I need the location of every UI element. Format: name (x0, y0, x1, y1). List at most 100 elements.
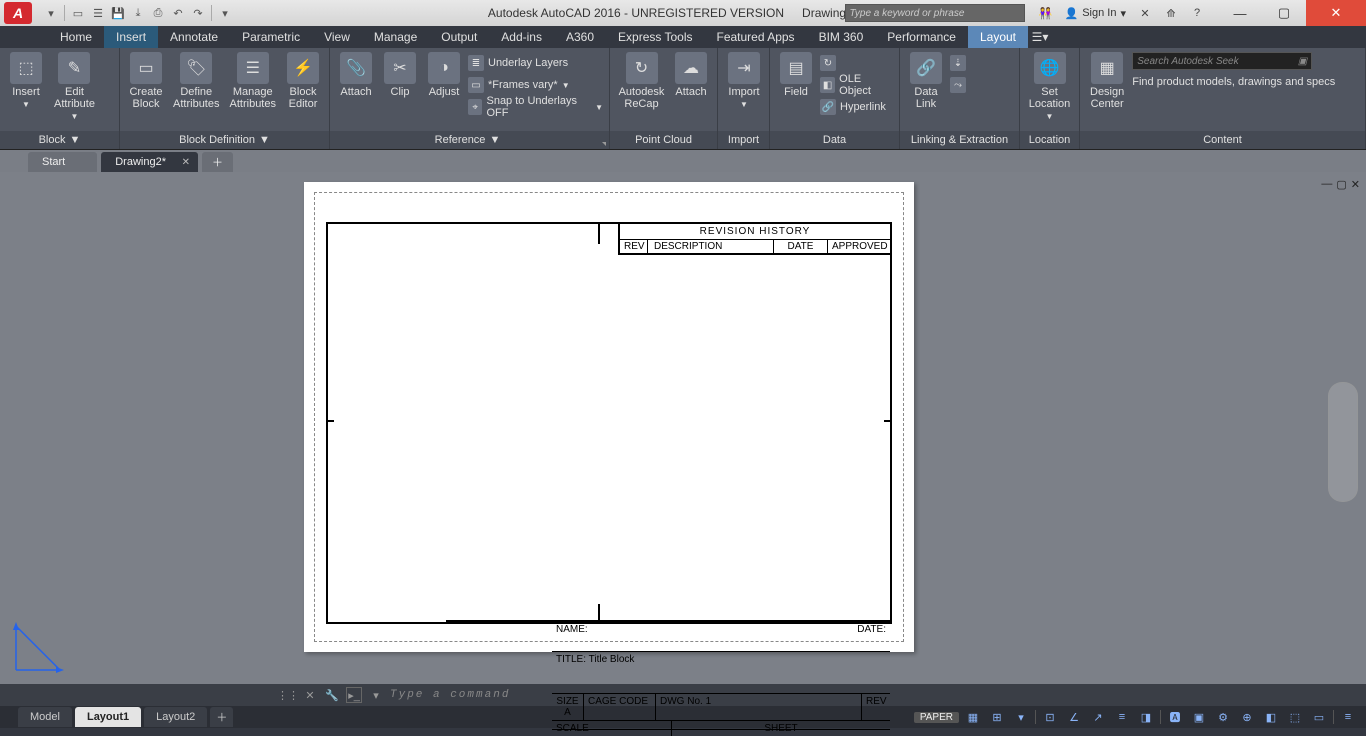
infocenter-icon[interactable]: 👭 (1035, 4, 1057, 22)
underlay-layers-button[interactable]: ≣Underlay Layers (468, 52, 603, 74)
app-logo[interactable]: A (4, 2, 32, 24)
data-link-button[interactable]: 🔗Data Link (906, 52, 946, 110)
qat-menu-icon[interactable]: ▾ (42, 4, 60, 22)
navigation-bar[interactable] (1328, 382, 1358, 502)
saveas-icon[interactable]: ⤓ (129, 4, 147, 22)
autodesk-seek-search[interactable]: Search Autodesk Seek▣ (1132, 52, 1312, 70)
frames-dropdown[interactable]: ▭*Frames vary* ▼ (468, 74, 603, 96)
ortho-icon[interactable]: ▾ (1011, 708, 1031, 726)
ucs-icon[interactable] (8, 618, 68, 678)
tab-a360[interactable]: A360 (554, 26, 606, 48)
download-link-button[interactable]: ⇣ (950, 52, 966, 74)
tab-express[interactable]: Express Tools (606, 26, 704, 48)
design-center-button[interactable]: ▦Design Center (1086, 52, 1128, 110)
annotation-scale-icon[interactable]: 🅰 (1165, 708, 1185, 726)
import-button[interactable]: ⇥Import▼ (724, 52, 764, 109)
command-input[interactable]: Type a command (390, 689, 510, 701)
paper-model-toggle[interactable]: PAPER (914, 712, 959, 723)
workspace-switch-icon[interactable]: ⚙ (1213, 708, 1233, 726)
adjust-button[interactable]: ◑Adjust (424, 52, 464, 98)
lineweight-icon[interactable]: ≡ (1112, 708, 1132, 726)
maximize-viewport-icon[interactable]: ▣ (1189, 708, 1209, 726)
close-button[interactable]: ✕ (1306, 0, 1366, 26)
globe-icon: 🌐 (1034, 52, 1066, 84)
layout-tab-model[interactable]: Model (18, 707, 72, 727)
transparency-icon[interactable]: ◨ (1136, 708, 1156, 726)
open-icon[interactable]: ☰ (89, 4, 107, 22)
clip-button[interactable]: ✂Clip (380, 52, 420, 98)
insert-button[interactable]: ⬚Insert▼ (6, 52, 46, 109)
cmd-close-icon[interactable]: ✕ (302, 687, 318, 703)
file-tab-new[interactable]: ＋ (202, 152, 233, 172)
seek-go-icon[interactable]: ▣ (1298, 56, 1307, 67)
maximize-button[interactable]: ▢ (1262, 0, 1306, 26)
recap-icon: ↻ (626, 52, 658, 84)
close-tab-icon[interactable]: ✕ (182, 157, 190, 168)
osnap-icon[interactable]: ⊡ (1040, 708, 1060, 726)
drawing-area[interactable]: — ▢ ✕ REVISION HISTORY REV DESCRIPTION D… (0, 172, 1366, 684)
tab-performance[interactable]: Performance (875, 26, 968, 48)
tab-view[interactable]: View (312, 26, 362, 48)
field-button[interactable]: ▤Field (776, 52, 816, 98)
help-icon[interactable]: ? (1186, 4, 1208, 22)
block-editor-button[interactable]: ⚡Block Editor (283, 52, 323, 110)
isolate-icon[interactable]: ◧ (1261, 708, 1281, 726)
snap-underlays-dropdown[interactable]: ⌖Snap to Underlays OFF ▼ (468, 96, 603, 118)
define-attributes-button[interactable]: 🏷Define Attributes (170, 52, 223, 110)
exchange-icon[interactable]: ✕ (1134, 4, 1156, 22)
polar-icon[interactable]: ∠ (1064, 708, 1084, 726)
data-link-icon: 🔗 (910, 52, 942, 84)
set-location-button[interactable]: 🌐Set Location▼ (1026, 52, 1073, 121)
cmd-customize-icon[interactable]: 🔧 (324, 687, 340, 703)
tab-extra-icon[interactable]: ☰▾ (1028, 26, 1052, 48)
cmd-handle-icon[interactable]: ⋮⋮ (280, 687, 296, 703)
layout-tab-layout1[interactable]: Layout1 (75, 707, 141, 727)
stayconnected-icon[interactable]: ⟰ (1160, 4, 1182, 22)
tab-annotate[interactable]: Annotate (158, 26, 230, 48)
pc-attach-button[interactable]: ☁Attach (671, 52, 711, 98)
signin-button[interactable]: 👤 Sign In ▾ (1059, 7, 1132, 20)
hardware-accel-icon[interactable]: ⬚ (1285, 708, 1305, 726)
file-tab-drawing2[interactable]: Drawing2*✕ (101, 152, 198, 172)
edit-attribute-button[interactable]: ✎Edit Attribute▼ (50, 52, 99, 121)
otrack-icon[interactable]: ↗ (1088, 708, 1108, 726)
tab-bim360[interactable]: BIM 360 (807, 26, 876, 48)
create-block-button[interactable]: ▭Create Block (126, 52, 166, 110)
tab-addins[interactable]: Add-ins (489, 26, 554, 48)
ole-object-button[interactable]: ◧OLE Object (820, 74, 893, 96)
annotation-monitor-icon[interactable]: ⊕ (1237, 708, 1257, 726)
extract-data-button[interactable]: ⤳ (950, 74, 966, 96)
layout-tab-add[interactable]: ＋ (210, 707, 233, 727)
redo-icon[interactable]: ↷ (189, 4, 207, 22)
layout-tab-layout2[interactable]: Layout2 (144, 707, 207, 727)
minimize-button[interactable]: — (1218, 0, 1262, 26)
attach-button[interactable]: 📎Attach (336, 52, 376, 98)
clean-screen-icon[interactable]: ▭ (1309, 708, 1329, 726)
viewport-minimize-icon[interactable]: — (1321, 178, 1332, 191)
tab-insert[interactable]: Insert (104, 26, 158, 48)
print-icon[interactable]: ⎙ (149, 4, 167, 22)
update-fields-button[interactable]: ↻ (820, 52, 893, 74)
tab-parametric[interactable]: Parametric (230, 26, 312, 48)
tab-manage[interactable]: Manage (362, 26, 429, 48)
viewport-close-icon[interactable]: ✕ (1351, 178, 1360, 191)
qat-expand-icon[interactable]: ▾ (216, 4, 234, 22)
tb-dwg-label: DWG No. (660, 696, 703, 707)
undo-icon[interactable]: ↶ (169, 4, 187, 22)
recap-button[interactable]: ↻Autodesk ReCap (616, 52, 667, 110)
tab-featured[interactable]: Featured Apps (705, 26, 807, 48)
ribbon: ⬚Insert▼ ✎Edit Attribute▼ Block ▼ ▭Creat… (0, 48, 1366, 150)
new-icon[interactable]: ▭ (69, 4, 87, 22)
file-tab-start[interactable]: Start (28, 152, 97, 172)
tab-output[interactable]: Output (429, 26, 489, 48)
tab-home[interactable]: Home (48, 26, 104, 48)
hyperlink-button[interactable]: 🔗Hyperlink (820, 96, 893, 118)
viewport-maximize-icon[interactable]: ▢ (1336, 178, 1346, 191)
customization-icon[interactable]: ≡ (1338, 708, 1358, 726)
snap-mode-icon[interactable]: ⊞ (987, 708, 1007, 726)
grid-icon[interactable]: ▦ (963, 708, 983, 726)
help-search-input[interactable]: Type a keyword or phrase (845, 4, 1025, 22)
save-icon[interactable]: 💾 (109, 4, 127, 22)
manage-attributes-button[interactable]: ☰Manage Attributes (227, 52, 280, 110)
tab-layout[interactable]: Layout (968, 26, 1028, 48)
